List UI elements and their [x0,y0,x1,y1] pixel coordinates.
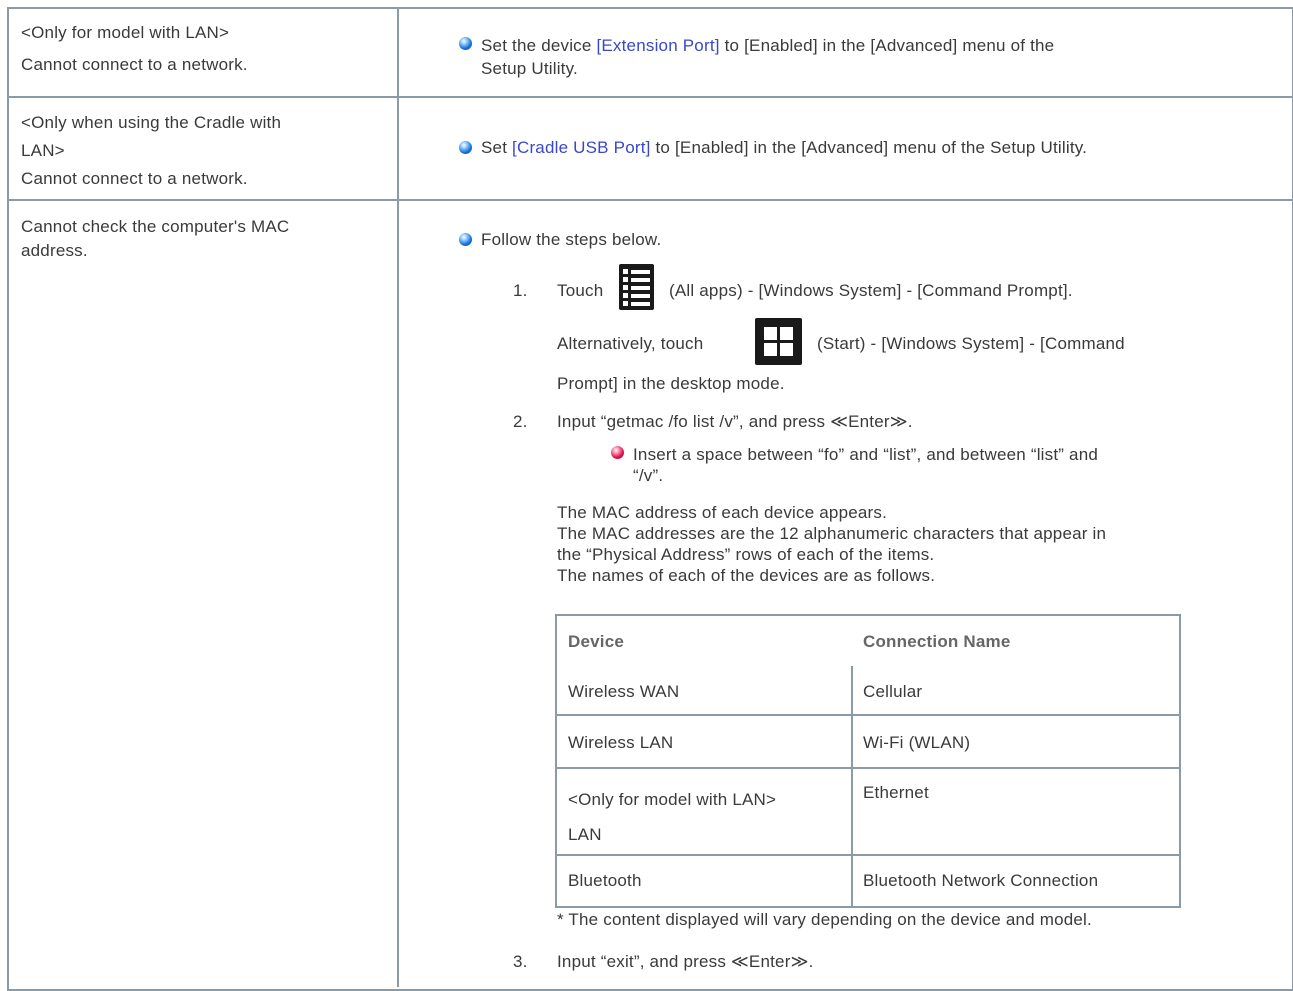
device-table [555,614,1181,908]
table-cell-device: Bluetooth [568,871,642,890]
cradle-usb-port-link[interactable]: [Cradle USB Port] [512,138,651,157]
footnote: * The content displayed will vary depend… [557,910,1092,929]
problem-cell: <Only for model with LAN> Cannot connect… [21,19,248,79]
table-row-divider [557,714,1179,716]
windows-start-icon [755,318,802,365]
table-row-divider [557,767,1179,769]
solution-cell: Set [Cradle USB Port] to [Enabled] in th… [481,136,1087,159]
table-cell-device: <Only for model with LAN> LAN [568,782,776,852]
problem-text: Cannot check the computer's MAC [21,217,290,236]
table-header-device: Device [568,632,625,651]
bullet-icon [459,233,472,246]
step-text: Alternatively, touch [557,334,704,353]
step-text: Input “getmac /fo list /v”, and press ≪E… [557,412,913,431]
problem-condition: LAN> [21,141,65,160]
row-divider [7,96,1292,98]
step-text: Touch [557,281,604,300]
description-paragraph: The MAC address of each device appears. … [557,502,1106,586]
bullet-icon [459,141,472,154]
solution-text: Set the device [481,36,597,55]
description-line: The names of each of the devices are as … [557,566,936,585]
table-column-divider [851,666,853,906]
device-name: LAN [568,825,602,844]
note-bullet-icon [611,446,624,459]
table-cell-device: Wireless LAN [568,733,674,752]
problem-text: Cannot connect to a network. [21,55,248,74]
problem-condition: <Only when using the Cradle with [21,113,282,132]
solution-text: to [Enabled] in the [Advanced] menu of t… [719,36,1055,55]
table-cell-connection: Bluetooth Network Connection [863,871,1099,890]
step-text: (All apps) - [Windows System] - [Command… [669,281,1073,300]
step-text: Prompt] in the desktop mode. [557,374,785,393]
description-line: the “Physical Address” rows of each of t… [557,545,935,564]
device-condition: <Only for model with LAN> [568,790,777,809]
note-line: Insert a space between “fo” and “list”, … [633,445,1099,464]
note-line: “/v”. [633,466,664,485]
table-header-connection-name: Connection Name [863,632,1011,651]
step-number: 2. [513,412,528,431]
solution-text: Setup Utility. [481,59,578,78]
description-line: The MAC addresses are the 12 alphanumeri… [557,524,1107,543]
table-row-divider [557,854,1179,856]
table-cell-connection: Cellular [863,682,923,701]
step-number: 1. [513,281,528,300]
problem-condition: <Only for model with LAN> [21,23,230,42]
step-number: 3. [513,952,528,971]
problem-text: Cannot connect to a network. [21,169,248,188]
problem-text: address. [21,241,88,260]
row-divider [7,199,1292,201]
solution-text: to [Enabled] in the [Advanced] menu of t… [650,138,1088,157]
column-divider [397,7,399,987]
all-apps-icon [619,264,654,310]
problem-cell: Cannot check the computer's MAC address. [21,215,289,263]
step-text: Input “exit”, and press ≪Enter≫. [557,952,814,971]
bullet-icon [459,37,472,50]
solution-text: Set [481,138,513,157]
table-cell-connection: Ethernet [863,783,929,802]
note-text: Insert a space between “fo” and “list”, … [633,444,1098,486]
problem-cell: <Only when using the Cradle with LAN> Ca… [21,109,281,193]
table-cell-device: Wireless WAN [568,682,680,701]
intro-text: Follow the steps below. [481,230,662,249]
extension-port-link[interactable]: [Extension Port] [596,36,719,55]
table-cell-connection: Wi-Fi (WLAN) [863,733,971,752]
step-text: (Start) - [Windows System] - [Command [817,334,1125,353]
description-line: The MAC address of each device appears. [557,503,888,522]
solution-cell: Set the device [Extension Port] to [Enab… [481,34,1054,80]
